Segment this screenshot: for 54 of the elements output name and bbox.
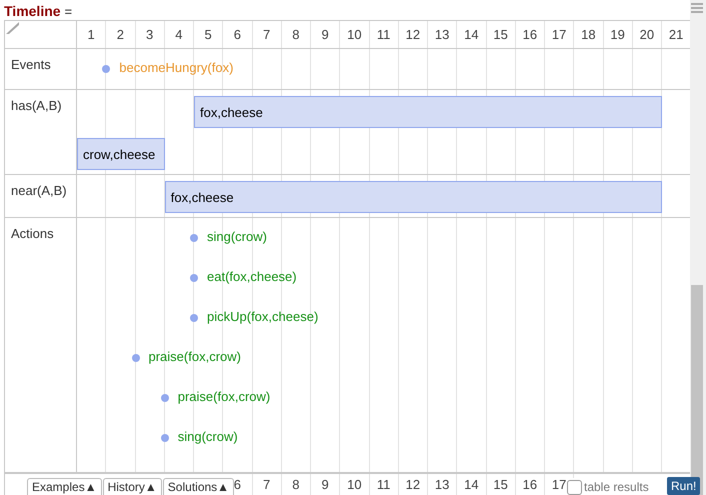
- time-tick: 13: [434, 26, 450, 44]
- time-tick: 15: [493, 26, 508, 44]
- time-tick: 17: [552, 476, 566, 494]
- time-tick: 2: [116, 26, 124, 44]
- time-tick: 18: [581, 26, 596, 44]
- time-tick: 9: [322, 26, 329, 44]
- time-tick: 14: [464, 26, 479, 44]
- time-tick: 19: [610, 26, 625, 44]
- time-tick: 4: [175, 26, 182, 44]
- interval-bar: fox,cheese: [164, 181, 662, 213]
- event-label: praise(fox,crow): [178, 390, 270, 403]
- timeline-title: Timeline: [4, 2, 61, 21]
- time-tick: 13: [434, 476, 450, 494]
- time-tick: 8: [292, 476, 300, 494]
- row-label: has(A,B): [11, 97, 62, 115]
- time-tick: 7: [263, 476, 270, 494]
- time-tick: 12: [406, 26, 420, 44]
- table-results-label: table results: [584, 479, 649, 495]
- event-label: eat(fox,cheese): [207, 270, 297, 283]
- time-tick: 20: [640, 26, 654, 44]
- time-tick: 6: [234, 26, 241, 44]
- time-tick: 9: [322, 476, 329, 494]
- row-label: Actions: [11, 225, 54, 243]
- menu-button[interactable]: History▲: [102, 478, 162, 495]
- interval-bar: fox,cheese: [194, 96, 662, 128]
- time-tick: 5: [204, 26, 212, 44]
- time-tick: 1: [88, 26, 95, 44]
- event-label: sing(crow): [207, 230, 267, 243]
- time-tick: 11: [376, 476, 390, 494]
- event-label: praise(fox,crow): [148, 350, 241, 363]
- time-tick: 10: [347, 476, 362, 494]
- time-tick: 14: [464, 476, 479, 494]
- event-label: becomeHungry(fox): [119, 61, 234, 74]
- menu-button[interactable]: Examples▲: [27, 478, 102, 495]
- equals-sign: =: [64, 3, 72, 21]
- time-tick: 15: [493, 476, 508, 494]
- time-tick: 8: [292, 26, 300, 44]
- event-label: pickUp(fox,cheese): [207, 310, 318, 323]
- menu-button[interactable]: Solutions▲: [162, 478, 234, 495]
- time-tick: 3: [146, 26, 154, 44]
- event-label: sing(crow): [178, 430, 238, 443]
- time-tick: 21: [668, 26, 684, 44]
- time-tick: 16: [522, 476, 538, 494]
- row-label: near(A,B): [11, 182, 67, 200]
- row-label: Events: [11, 56, 51, 74]
- time-tick: 6: [234, 476, 241, 494]
- time-tick: 7: [263, 26, 270, 44]
- time-tick: 16: [522, 26, 538, 44]
- time-tick: 17: [552, 26, 566, 44]
- time-tick: 12: [406, 476, 420, 494]
- time-tick: 10: [347, 26, 362, 44]
- run-button[interactable]: Run!: [667, 477, 700, 495]
- time-tick: 11: [376, 26, 390, 44]
- interval-bar: crow,cheese: [77, 138, 165, 170]
